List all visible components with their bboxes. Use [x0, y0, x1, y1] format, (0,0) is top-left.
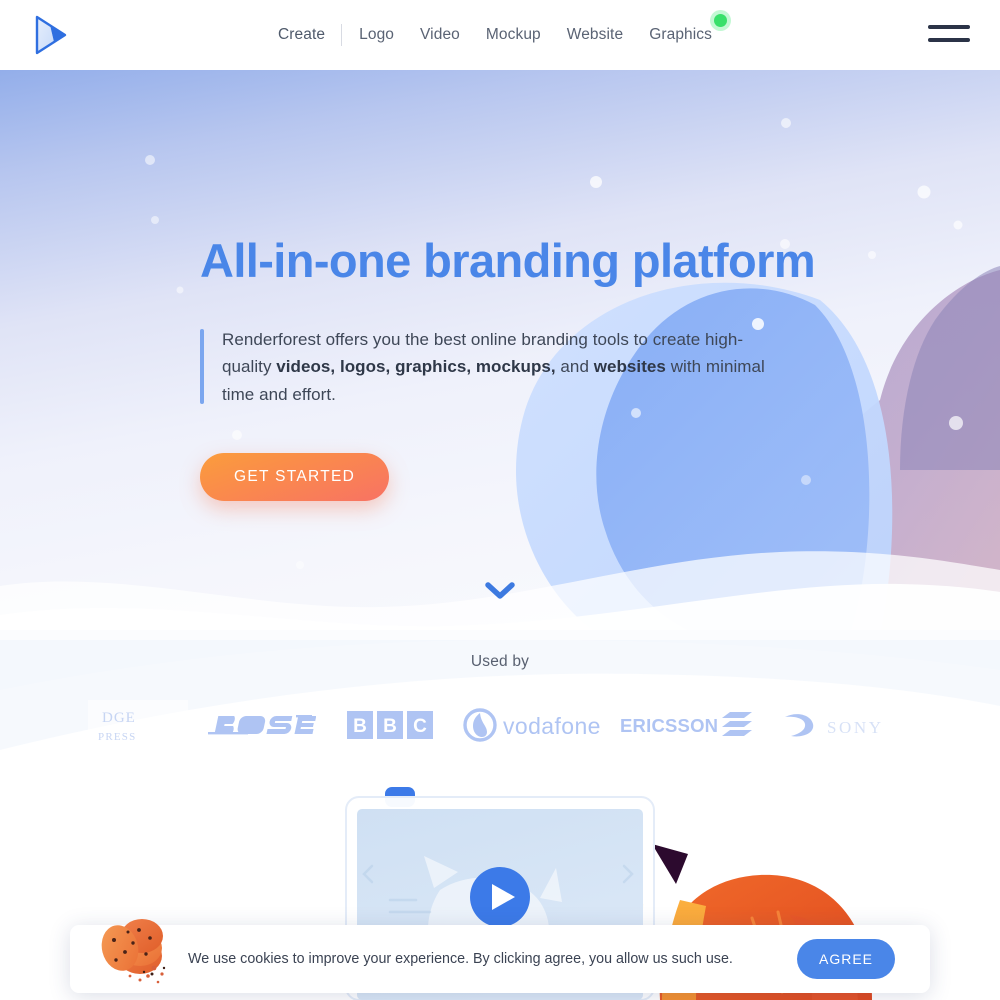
hero-description-block: Renderforest offers you the best online …: [200, 326, 790, 409]
site-header: Create Logo Video Mockup Website Graphic…: [0, 0, 1000, 70]
main-navigation: Create Logo Video Mockup Website Graphic…: [278, 0, 728, 70]
cookies-illustration: [101, 919, 166, 984]
svg-text:C: C: [413, 716, 427, 737]
brand-logo-strip: DGE PRESS B B C vodafone ERICSSON SONY: [0, 690, 1000, 760]
nav-item-label: Website: [566, 26, 624, 43]
bbc-icon: B B C: [347, 711, 433, 739]
nav-item-label: Create: [278, 26, 326, 43]
svg-text:vodafone: vodafone: [503, 713, 601, 739]
cookie-agree-button[interactable]: AGREE: [797, 939, 895, 979]
used-by-section: Used by DGE PRESS B B C vodafone ERICSSO…: [0, 630, 1000, 780]
nav-item-label: Logo: [359, 26, 395, 43]
nav-item-create[interactable]: Create: [278, 0, 341, 70]
page-title: All-in-one branding platform: [200, 234, 816, 287]
brand-logo-cambridge-university-press: DGE PRESS: [80, 699, 195, 751]
brand-logo-bbc: B B C: [325, 699, 455, 751]
hamburger-menu-icon[interactable]: [928, 24, 970, 46]
get-started-button[interactable]: GET STARTED: [200, 453, 390, 502]
hero-desc-bold2: websites: [593, 357, 666, 377]
svg-text:B: B: [353, 716, 367, 737]
new-badge-dot-icon: [714, 14, 728, 27]
play-button-icon[interactable]: [470, 867, 530, 927]
used-by-label: Used by: [470, 653, 530, 670]
nav-item-label: Mockup: [485, 26, 541, 43]
nav-divider: [341, 24, 343, 46]
chevron-down-icon: [485, 582, 515, 599]
svg-text:DGE: DGE: [102, 710, 136, 726]
svg-text:ERICSSON: ERICSSON: [620, 715, 718, 736]
hero-content: All-in-one branding platform Renderfores…: [200, 230, 820, 502]
nav-item-label: Graphics: [649, 26, 713, 43]
nav-item-website[interactable]: Website: [554, 0, 636, 70]
page-root: Create Logo Video Mockup Website Graphic…: [0, 0, 1000, 1000]
vodafone-icon: vodafone: [462, 708, 601, 742]
nav-item-logo[interactable]: Logo: [346, 0, 407, 70]
cookie-message: We use cookies to improve your experienc…: [188, 950, 733, 967]
hero-desc-bold1: videos, logos, graphics, mockups,: [276, 357, 556, 377]
hero-section: All-in-one branding platform Renderfores…: [0, 70, 1000, 645]
ericsson-icon: ERICSSON: [620, 712, 752, 736]
hero-desc-part2: and: [555, 357, 594, 377]
svg-text:SONY: SONY: [827, 718, 884, 737]
hamburger-line: [928, 38, 970, 42]
renderforest-play-logo[interactable]: [28, 13, 72, 57]
brand-logo-ericsson: ERICSSON: [610, 699, 770, 751]
svg-text:PRESS: PRESS: [98, 731, 136, 743]
nav-item-graphics[interactable]: Graphics: [636, 0, 728, 70]
nav-item-video[interactable]: Video: [407, 0, 473, 70]
cookie-consent-banner: We use cookies to improve your experienc…: [70, 919, 930, 993]
scroll-down-chevron-icon[interactable]: [485, 582, 515, 600]
nav-item-mockup[interactable]: Mockup: [473, 0, 554, 70]
nav-item-label: Video: [420, 26, 460, 43]
accent-bar: [200, 328, 204, 405]
brand-logo-sony: SONY: [770, 699, 920, 751]
svg-text:B: B: [383, 716, 397, 737]
hero-description: Renderforest offers you the best online …: [222, 326, 790, 409]
bose-icon: [208, 715, 316, 735]
sony-icon: SONY: [785, 714, 884, 737]
hamburger-line: [928, 25, 970, 29]
brand-logo-bose: [195, 699, 325, 751]
brand-logo-vodafone: vodafone: [455, 699, 610, 751]
play-logo-icon: [35, 15, 67, 55]
cambridge-press-icon: DGE PRESS: [87, 700, 188, 750]
